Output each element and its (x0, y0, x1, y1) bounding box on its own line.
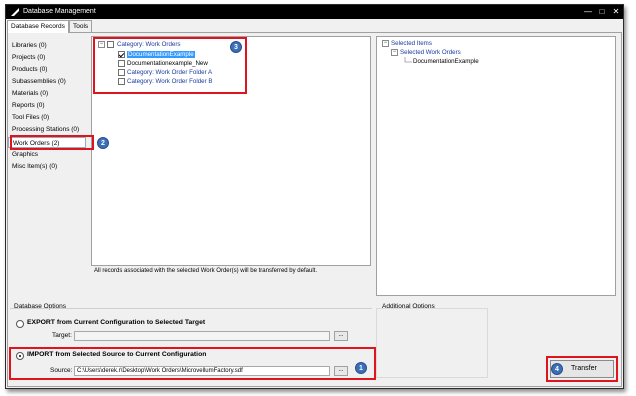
target-input[interactable] (74, 331, 330, 341)
callout-badge-3: 3 (230, 41, 242, 53)
close-icon[interactable]: ✕ (610, 6, 622, 18)
title-bar: Database Management — □ ✕ (6, 5, 623, 19)
category-tool-files[interactable]: Tool Files (0) (8, 112, 49, 123)
category-projects[interactable]: Projects (0) (8, 52, 45, 63)
callout-badge-4: 4 (551, 363, 563, 375)
category-subassemblies[interactable]: Subassemblies (0) (8, 76, 66, 87)
category-materials[interactable]: Materials (0) (8, 88, 48, 99)
callout-import-highlight (9, 347, 376, 380)
category-list: Libraries (0) Projects (0) Products (0) … (8, 36, 86, 176)
additional-options-group (376, 308, 488, 378)
category-libraries[interactable]: Libraries (0) (8, 40, 47, 51)
collapse-icon[interactable]: − (382, 40, 389, 47)
category-misc-items[interactable]: Misc Item(s) (0) (8, 161, 57, 172)
window-title: Database Management (23, 8, 96, 15)
callout-badge-1: 1 (355, 362, 367, 374)
selected-items-panel: − Selected Items − Selected Work Orders … (376, 36, 616, 296)
callout-badge-2: 2 (97, 137, 109, 149)
selected-work-orders-node: Selected Work Orders (400, 49, 461, 56)
minimize-icon[interactable]: — (582, 6, 594, 18)
selected-items-root: Selected Items (391, 40, 432, 47)
tab-database-records[interactable]: Database Records (7, 20, 69, 33)
category-products[interactable]: Products (0) (8, 64, 47, 75)
category-processing-stations[interactable]: Processing Stations (0) (8, 124, 79, 135)
tree-connector-icon (404, 57, 412, 63)
app-logo-icon (11, 8, 19, 16)
category-graphics[interactable]: Graphics (8, 149, 38, 160)
callout-records-highlight (93, 37, 247, 94)
callout-work-orders-highlight (10, 135, 94, 150)
tab-tools[interactable]: Tools (69, 20, 93, 32)
export-option-label[interactable]: EXPORT from Current Configuration to Sel… (27, 319, 205, 326)
target-browse-button[interactable]: ... (334, 331, 348, 341)
collapse-icon[interactable]: − (391, 49, 398, 56)
category-reports[interactable]: Reports (0) (8, 100, 45, 111)
maximize-icon[interactable]: □ (596, 6, 608, 18)
target-label: Target: (52, 332, 72, 339)
selected-leaf-item: DocumentationExample (413, 58, 479, 65)
export-radio[interactable] (16, 320, 24, 328)
records-note: All records associated with the selected… (94, 268, 317, 274)
